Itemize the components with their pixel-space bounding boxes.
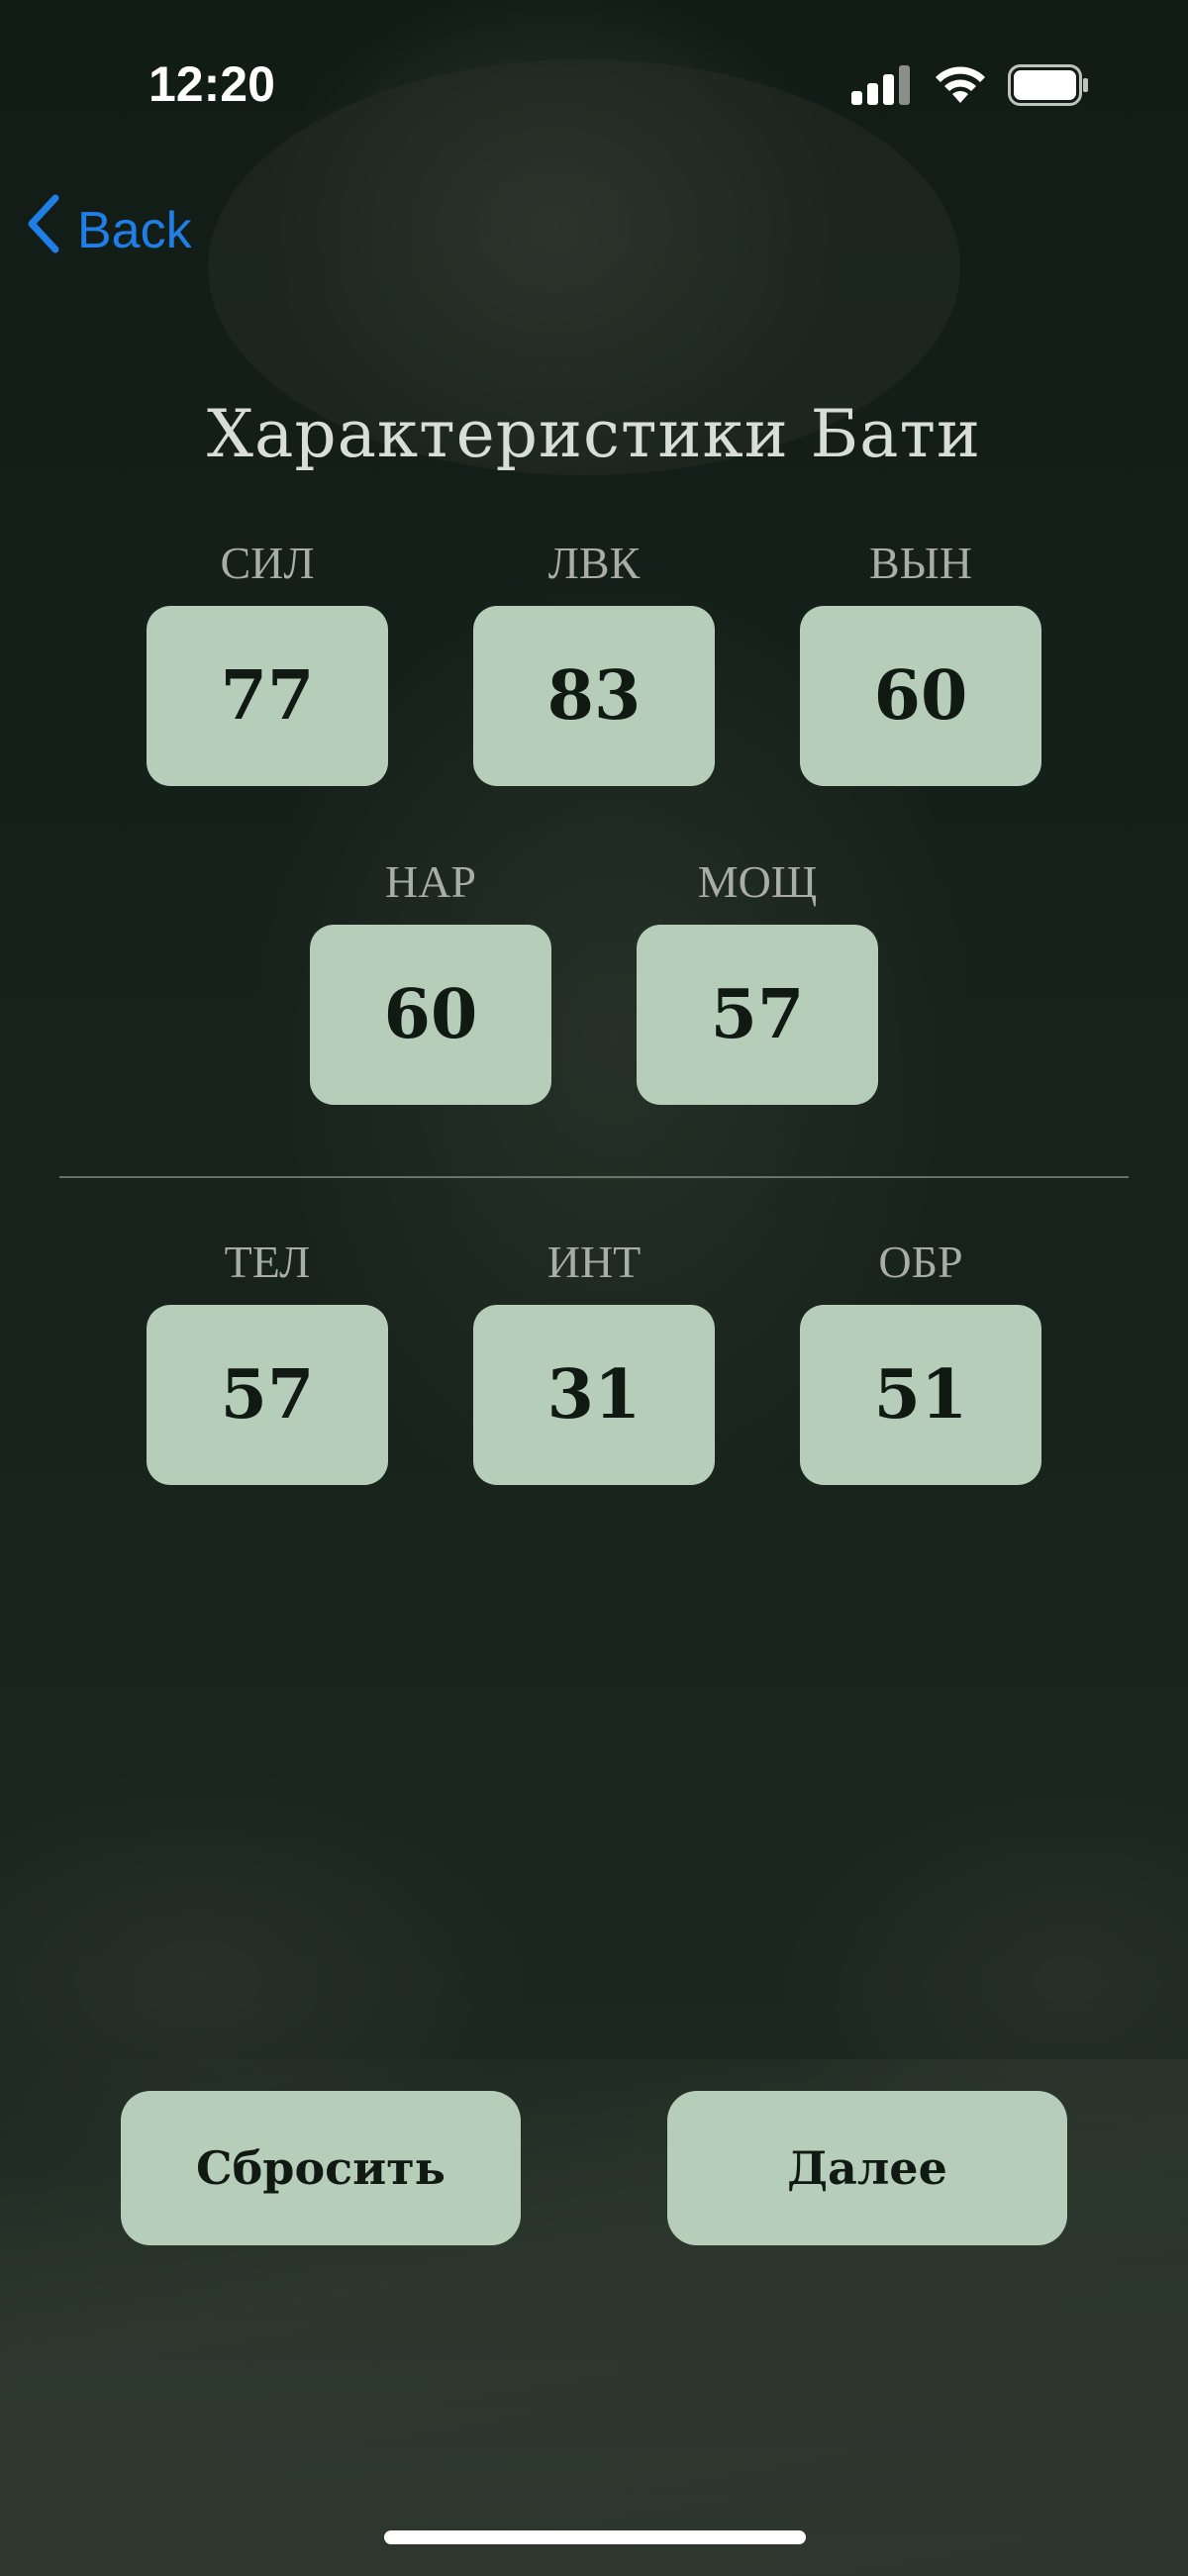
stat-label: ВЫН xyxy=(868,538,973,588)
stat-label: ТЕЛ xyxy=(224,1237,311,1287)
stat-nar: НАР 60 xyxy=(310,851,551,1105)
stats-screen: 12:20 Back Характеристики Бати СИЛ 77 ЛВ… xyxy=(0,0,1188,2576)
status-icons xyxy=(851,64,1089,110)
chevron-left-icon xyxy=(26,194,61,266)
stat-value-tile[interactable]: 60 xyxy=(310,925,551,1105)
stat-moshch: МОЩ 57 xyxy=(637,851,878,1105)
stat-value-tile[interactable]: 77 xyxy=(147,606,388,786)
stat-lvk: ЛВК 83 xyxy=(473,533,715,786)
stat-value-tile[interactable]: 60 xyxy=(800,606,1041,786)
stat-sil: СИЛ 77 xyxy=(147,533,388,786)
stat-value-tile[interactable]: 31 xyxy=(473,1305,715,1485)
stat-tel: ТЕЛ 57 xyxy=(147,1232,388,1485)
reset-button[interactable]: Сбросить xyxy=(121,2091,521,2245)
stat-label: ЛВК xyxy=(547,538,641,588)
stat-vyn: ВЫН 60 xyxy=(800,533,1041,786)
status-time: 12:20 xyxy=(148,56,275,112)
stat-int: ИНТ 31 xyxy=(473,1232,715,1485)
back-button[interactable]: Back xyxy=(26,194,192,266)
stat-label: ОБР xyxy=(878,1237,963,1287)
stat-label: ИНТ xyxy=(546,1237,642,1287)
cellular-signal-icon xyxy=(851,65,913,109)
stat-obr: ОБР 51 xyxy=(800,1232,1041,1485)
stat-label: МОЩ xyxy=(697,856,818,907)
stat-label: СИЛ xyxy=(220,538,315,588)
stat-value-tile[interactable]: 51 xyxy=(800,1305,1041,1485)
page-title: Характеристики Бати xyxy=(206,396,982,472)
wifi-icon xyxy=(933,65,988,109)
next-button[interactable]: Далее xyxy=(667,2091,1067,2245)
home-indicator[interactable] xyxy=(384,2530,806,2544)
stat-value-tile[interactable]: 57 xyxy=(147,1305,388,1485)
back-label: Back xyxy=(77,201,192,259)
section-divider xyxy=(59,1176,1129,1178)
stat-value-tile[interactable]: 83 xyxy=(473,606,715,786)
stat-label: НАР xyxy=(384,856,477,907)
stat-value-tile[interactable]: 57 xyxy=(637,925,878,1105)
battery-icon xyxy=(1008,64,1089,110)
